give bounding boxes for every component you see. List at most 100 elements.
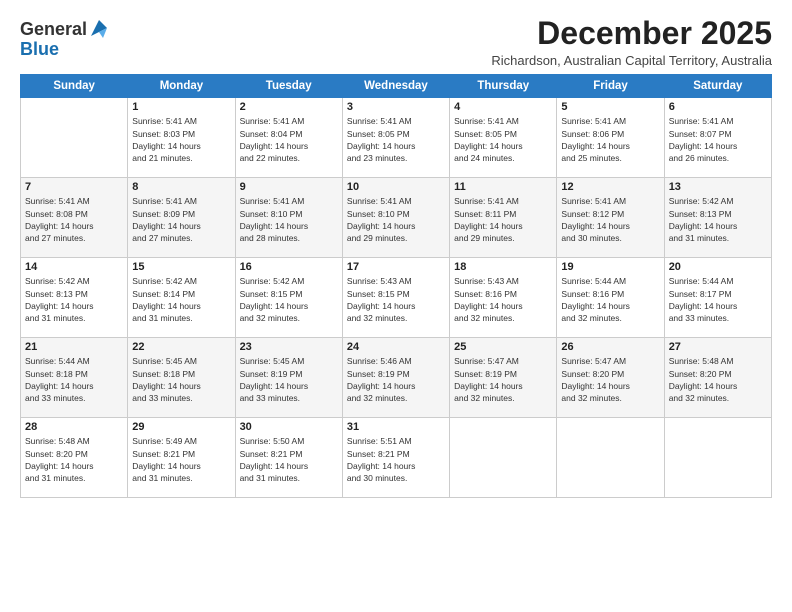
day-number: 1 [132,101,230,113]
table-row: 17 Sunrise: 5:43 AMSunset: 8:15 PMDayligh… [342,258,449,338]
day-number: 21 [25,341,123,353]
day-number: 9 [240,181,338,193]
day-number: 22 [132,341,230,353]
day-number: 2 [240,101,338,113]
day-number: 11 [454,181,552,193]
table-row: 19Sunrise: 5:44 AMSunset: 8:16 PMDayligh… [557,258,664,338]
col-wednesday: Wednesday [342,75,449,98]
table-row: 2 Sunrise: 5:41 AMSunset: 8:04 PMDaylight… [235,98,342,178]
day-info: Sunrise: 5:41 AMSunset: 8:06 PMDaylight:… [561,115,659,164]
day-info: Sunrise: 5:41 AMSunset: 8:04 PMDaylight:… [240,115,338,164]
table-row: 22Sunrise: 5:45 AMSunset: 8:18 PMDayligh… [128,338,235,418]
day-number: 10 [347,181,445,193]
day-info: Sunrise: 5:51 AMSunset: 8:21 PMDaylight:… [347,435,445,484]
month-title: December 2025 [491,16,772,51]
day-info: Sunrise: 5:42 AMSunset: 8:14 PMDaylight:… [132,275,230,324]
day-number: 13 [669,181,767,193]
day-number: 8 [132,181,230,193]
day-number: 23 [240,341,338,353]
logo-blue: Blue [20,39,59,59]
header-row: Sunday Monday Tuesday Wednesday Thursday… [21,75,772,98]
table-row: 21 Sunrise: 5:44 AMSunset: 8:18 PMDayligh… [21,338,128,418]
day-info: Sunrise: 5:41 AMSunset: 8:12 PMDaylight:… [561,195,659,244]
col-saturday: Saturday [664,75,771,98]
table-row [450,418,557,498]
subtitle: Richardson, Australian Capital Territory… [491,53,772,68]
day-number: 3 [347,101,445,113]
table-row: 7 Sunrise: 5:41 AMSunset: 8:08 PMDaylight… [21,178,128,258]
day-info: Sunrise: 5:41 AMSunset: 8:10 PMDaylight:… [347,195,445,244]
table-row: 24Sunrise: 5:46 AMSunset: 8:19 PMDayligh… [342,338,449,418]
col-monday: Monday [128,75,235,98]
table-row: 26 Sunrise: 5:47 AMSunset: 8:20 PMDayligh… [557,338,664,418]
table-row: 31Sunrise: 5:51 AMSunset: 8:21 PMDayligh… [342,418,449,498]
day-info: Sunrise: 5:41 AMSunset: 8:10 PMDaylight:… [240,195,338,244]
day-info: Sunrise: 5:50 AMSunset: 8:21 PMDaylight:… [240,435,338,484]
calendar-week-row: 7 Sunrise: 5:41 AMSunset: 8:08 PMDaylight… [21,178,772,258]
day-number: 16 [240,261,338,273]
day-info: Sunrise: 5:47 AMSunset: 8:19 PMDaylight:… [454,355,552,404]
table-row: 3 Sunrise: 5:41 AMSunset: 8:05 PMDaylight… [342,98,449,178]
table-row: 18 Sunrise: 5:43 AMSunset: 8:16 PMDayligh… [450,258,557,338]
table-row [557,418,664,498]
table-row: 4 Sunrise: 5:41 AMSunset: 8:05 PMDaylight… [450,98,557,178]
day-info: Sunrise: 5:43 AMSunset: 8:16 PMDaylight:… [454,275,552,324]
day-info: Sunrise: 5:44 AMSunset: 8:17 PMDaylight:… [669,275,767,324]
table-row: 9 Sunrise: 5:41 AMSunset: 8:10 PMDaylight… [235,178,342,258]
col-friday: Friday [557,75,664,98]
day-number: 5 [561,101,659,113]
day-info: Sunrise: 5:42 AMSunset: 8:13 PMDaylight:… [669,195,767,244]
day-info: Sunrise: 5:49 AMSunset: 8:21 PMDaylight:… [132,435,230,484]
table-row: 20Sunrise: 5:44 AMSunset: 8:17 PMDayligh… [664,258,771,338]
day-info: Sunrise: 5:44 AMSunset: 8:18 PMDaylight:… [25,355,123,404]
table-row: 10 Sunrise: 5:41 AMSunset: 8:10 PMDayligh… [342,178,449,258]
day-info: Sunrise: 5:41 AMSunset: 8:05 PMDaylight:… [454,115,552,164]
table-row: 1 Sunrise: 5:41 AMSunset: 8:03 PMDaylight… [128,98,235,178]
day-info: Sunrise: 5:41 AMSunset: 8:09 PMDaylight:… [132,195,230,244]
day-info: Sunrise: 5:46 AMSunset: 8:19 PMDaylight:… [347,355,445,404]
table-row: 27Sunrise: 5:48 AMSunset: 8:20 PMDayligh… [664,338,771,418]
day-number: 19 [561,261,659,273]
day-number: 28 [25,421,123,433]
col-sunday: Sunday [21,75,128,98]
calendar-table: Sunday Monday Tuesday Wednesday Thursday… [20,74,772,498]
day-number: 30 [240,421,338,433]
table-row: 8 Sunrise: 5:41 AMSunset: 8:09 PMDaylight… [128,178,235,258]
table-row: 16 Sunrise: 5:42 AMSunset: 8:15 PMDayligh… [235,258,342,338]
table-row: 5 Sunrise: 5:41 AMSunset: 8:06 PMDaylight… [557,98,664,178]
header: General Blue December 2025 Richardson, A… [20,16,772,68]
table-row: 29 Sunrise: 5:49 AMSunset: 8:21 PMDayligh… [128,418,235,498]
day-number: 18 [454,261,552,273]
day-number: 29 [132,421,230,433]
day-number: 12 [561,181,659,193]
table-row: 13 Sunrise: 5:42 AMSunset: 8:13 PMDayligh… [664,178,771,258]
day-info: Sunrise: 5:41 AMSunset: 8:07 PMDaylight:… [669,115,767,164]
table-row [21,98,128,178]
day-info: Sunrise: 5:41 AMSunset: 8:03 PMDaylight:… [132,115,230,164]
day-number: 25 [454,341,552,353]
day-info: Sunrise: 5:42 AMSunset: 8:15 PMDaylight:… [240,275,338,324]
day-info: Sunrise: 5:43 AMSunset: 8:15 PMDaylight:… [347,275,445,324]
page: General Blue December 2025 Richardson, A… [0,0,792,612]
day-info: Sunrise: 5:41 AMSunset: 8:08 PMDaylight:… [25,195,123,244]
day-info: Sunrise: 5:47 AMSunset: 8:20 PMDaylight:… [561,355,659,404]
day-info: Sunrise: 5:41 AMSunset: 8:05 PMDaylight:… [347,115,445,164]
calendar-week-row: 14Sunrise: 5:42 AMSunset: 8:13 PMDayligh… [21,258,772,338]
table-row [664,418,771,498]
logo-general: General [20,20,87,40]
table-row: 30 Sunrise: 5:50 AMSunset: 8:21 PMDayligh… [235,418,342,498]
table-row: 11 Sunrise: 5:41 AMSunset: 8:11 PMDayligh… [450,178,557,258]
day-number: 7 [25,181,123,193]
day-number: 15 [132,261,230,273]
table-row: 15 Sunrise: 5:42 AMSunset: 8:14 PMDayligh… [128,258,235,338]
day-number: 4 [454,101,552,113]
day-info: Sunrise: 5:41 AMSunset: 8:11 PMDaylight:… [454,195,552,244]
day-info: Sunrise: 5:48 AMSunset: 8:20 PMDaylight:… [669,355,767,404]
day-number: 26 [561,341,659,353]
table-row: 23 Sunrise: 5:45 AMSunset: 8:19 PMDayligh… [235,338,342,418]
logo: General Blue [20,20,107,60]
calendar-week-row: 21 Sunrise: 5:44 AMSunset: 8:18 PMDayligh… [21,338,772,418]
day-info: Sunrise: 5:45 AMSunset: 8:19 PMDaylight:… [240,355,338,404]
calendar-week-row: 28Sunrise: 5:48 AMSunset: 8:20 PMDayligh… [21,418,772,498]
day-number: 17 [347,261,445,273]
